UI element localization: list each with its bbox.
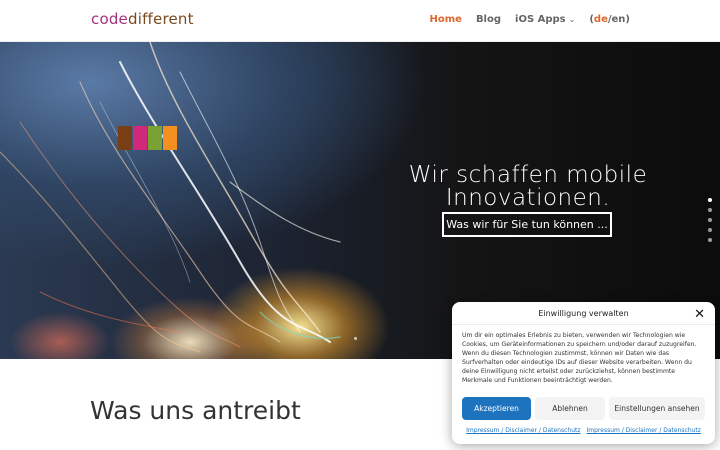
nav-item-ios-apps[interactable]: iOS Apps ⌄ xyxy=(515,14,575,25)
language-switcher[interactable]: (de/en) xyxy=(589,14,630,25)
swatch-green xyxy=(148,126,162,150)
view-settings-button[interactable]: Einstellungen ansehen xyxy=(609,397,705,420)
section-title: Was uns antreibt xyxy=(90,396,301,425)
lang-en[interactable]: /en) xyxy=(608,14,630,25)
chevron-down-icon: ⌄ xyxy=(568,15,576,24)
slider-pagination xyxy=(708,198,712,242)
consent-buttons: Akzeptieren Ablehnen Einstellungen anseh… xyxy=(462,397,705,420)
hero-title: Wir schaffen mobile Innovationen. xyxy=(408,162,648,211)
consent-text: Um dir ein optimales Erlebnis zu bieten,… xyxy=(462,332,697,384)
imprint-link-2[interactable]: Impressum / Disclaimer / Datenschutz xyxy=(587,427,701,434)
consent-links: Impressum / Disclaimer / Datenschutz Imp… xyxy=(452,427,715,434)
nav-item-ios-apps-label: iOS Apps xyxy=(515,14,566,25)
brand-color-swatches xyxy=(118,126,177,150)
slider-dot-4[interactable] xyxy=(708,228,712,232)
slider-dot-2[interactable] xyxy=(708,208,712,212)
site-logo[interactable]: codedifferent xyxy=(91,10,194,28)
deny-button[interactable]: Ablehnen xyxy=(535,397,605,420)
close-icon[interactable]: ✕ xyxy=(694,307,705,322)
swatch-magenta xyxy=(133,126,147,150)
nav-item-blog[interactable]: Blog xyxy=(476,14,501,25)
nav-item-home[interactable]: Home xyxy=(429,14,461,25)
hero-center-dot xyxy=(354,337,357,340)
slider-dot-3[interactable] xyxy=(708,218,712,222)
slider-dot-1[interactable] xyxy=(708,198,712,202)
consent-title: Einwilligung verwalten xyxy=(538,309,629,318)
logo-part-code: code xyxy=(91,10,128,28)
imprint-link-1[interactable]: Impressum / Disclaimer / Datenschutz xyxy=(466,427,580,434)
logo-part-different: different xyxy=(127,10,194,28)
main-nav: Home Blog iOS Apps ⌄ (de/en) xyxy=(429,14,630,25)
swatch-orange xyxy=(163,126,177,150)
swatch-brown xyxy=(118,126,132,150)
consent-divider xyxy=(452,324,715,325)
site-header: codedifferent Home Blog iOS Apps ⌄ (de/en… xyxy=(0,0,720,42)
lang-de[interactable]: de xyxy=(594,14,608,25)
slider-dot-5[interactable] xyxy=(708,238,712,242)
hero-cta-button[interactable]: Was wir für Sie tun können ... xyxy=(442,212,612,237)
accept-button[interactable]: Akzeptieren xyxy=(462,397,531,420)
consent-dialog: Einwilligung verwalten ✕ Um dir ein opti… xyxy=(452,302,715,444)
